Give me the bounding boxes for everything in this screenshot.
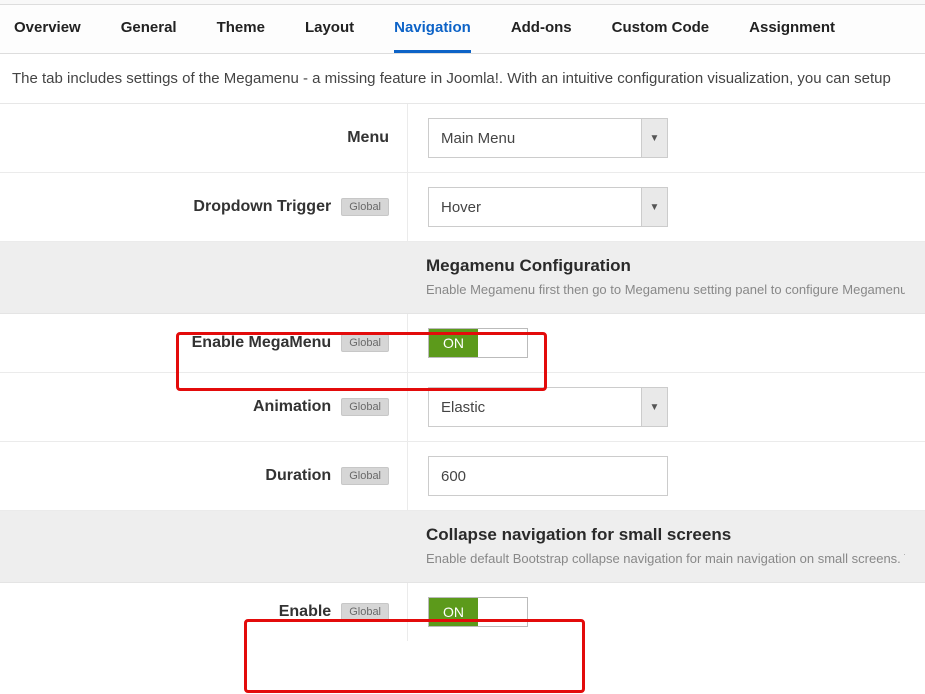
toggle-enable-megamenu[interactable]: ON	[428, 328, 528, 358]
toggle-on-label: ON	[429, 329, 478, 357]
row-enable-collapse: Enable Global ON	[0, 583, 925, 641]
section-collapse-nav: Collapse navigation for small screens En…	[0, 511, 925, 583]
toggle-enable-collapse[interactable]: ON	[428, 597, 528, 627]
chevron-down-icon: ▼	[641, 188, 667, 226]
select-animation-value: Elastic	[429, 388, 641, 426]
label-animation: Animation	[253, 398, 331, 416]
label-enable-megamenu: Enable MegaMenu	[192, 334, 332, 352]
badge-global: Global	[341, 603, 389, 621]
badge-global: Global	[341, 467, 389, 485]
label-duration: Duration	[265, 467, 331, 485]
label-menu: Menu	[347, 129, 389, 147]
toggle-off-slot	[478, 329, 527, 357]
row-animation: Animation Global Elastic ▼	[0, 373, 925, 442]
input-duration[interactable]	[428, 456, 668, 496]
tab-overview[interactable]: Overview	[14, 19, 81, 53]
select-dropdown-trigger[interactable]: Hover ▼	[428, 187, 668, 227]
tab-theme[interactable]: Theme	[217, 19, 265, 53]
row-menu: Menu Main Menu ▼	[0, 104, 925, 173]
tab-assignment[interactable]: Assignment	[749, 19, 835, 53]
toggle-on-label: ON	[429, 598, 478, 626]
tabs-bar: Overview General Theme Layout Navigation…	[0, 5, 925, 54]
tab-custom-code[interactable]: Custom Code	[612, 19, 710, 53]
tab-layout[interactable]: Layout	[305, 19, 354, 53]
select-menu[interactable]: Main Menu ▼	[428, 118, 668, 158]
section-title: Megamenu Configuration	[426, 256, 905, 276]
chevron-down-icon: ▼	[641, 119, 667, 157]
toggle-off-slot	[478, 598, 527, 626]
select-animation[interactable]: Elastic ▼	[428, 387, 668, 427]
tab-addons[interactable]: Add-ons	[511, 19, 572, 53]
section-subtitle: Enable Megamenu first then go to Megamen…	[426, 282, 905, 297]
row-enable-megamenu: Enable MegaMenu Global ON	[0, 314, 925, 373]
tab-general[interactable]: General	[121, 19, 177, 53]
label-enable: Enable	[279, 603, 331, 621]
label-dropdown-trigger: Dropdown Trigger	[193, 198, 331, 216]
select-dropdown-value: Hover	[429, 188, 641, 226]
badge-global: Global	[341, 334, 389, 352]
select-menu-value: Main Menu	[429, 119, 641, 157]
badge-global: Global	[341, 198, 389, 216]
tab-navigation[interactable]: Navigation	[394, 19, 471, 53]
section-megamenu-config: Megamenu Configuration Enable Megamenu f…	[0, 242, 925, 314]
section-title: Collapse navigation for small screens	[426, 525, 905, 545]
tab-intro-text: The tab includes settings of the Megamen…	[0, 54, 925, 104]
badge-global: Global	[341, 398, 389, 416]
chevron-down-icon: ▼	[641, 388, 667, 426]
row-dropdown-trigger: Dropdown Trigger Global Hover ▼	[0, 173, 925, 242]
section-subtitle: Enable default Bootstrap collapse naviga…	[426, 551, 905, 566]
row-duration: Duration Global	[0, 442, 925, 511]
